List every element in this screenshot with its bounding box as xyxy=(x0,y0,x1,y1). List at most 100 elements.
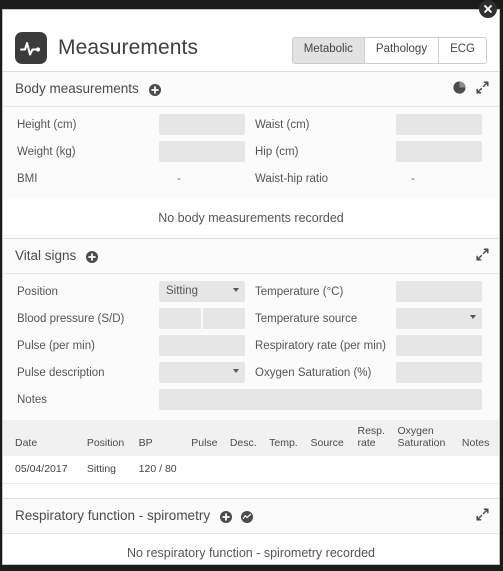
add-vital-sign-plus-circle-icon[interactable] xyxy=(86,251,99,264)
respiratory-function-panel: Respiratory function - spirometry No res… xyxy=(3,497,499,564)
vital-signs-table-header: Date Position BP Pulse Desc. Temp. Sourc… xyxy=(3,420,499,456)
column-desc: Desc. xyxy=(226,420,267,456)
respiratory-function-header: Respiratory function - spirometry xyxy=(3,498,499,533)
add-respiratory-function-plus-circle-icon[interactable] xyxy=(219,511,232,524)
column-bp: BP xyxy=(135,420,189,456)
vital-signs-title: Vital signs xyxy=(15,248,99,264)
vital-signs-form: Position Sitting Temperature (°C) Blood … xyxy=(3,274,499,420)
pulse-input[interactable] xyxy=(159,335,245,356)
respiratory-function-title-text: Respiratory function - spirometry xyxy=(15,507,211,523)
close-circle-icon[interactable] xyxy=(479,0,497,18)
bmi-value: - xyxy=(177,173,181,185)
pulse-description-label: Pulse description xyxy=(17,367,105,379)
column-oxygen-saturation-l1: Oxygen xyxy=(397,425,434,437)
cell-pulse xyxy=(188,455,227,484)
weight-input[interactable] xyxy=(159,141,245,162)
respiratory-function-body: No respiratory function - spirometry rec… xyxy=(3,532,499,564)
weight-label: Weight (kg) xyxy=(17,146,76,158)
screen: Measurements Metabolic Pathology ECG Bod… xyxy=(0,0,503,571)
height-input[interactable] xyxy=(159,114,245,135)
position-label: Position xyxy=(17,286,58,298)
vital-signs-title-text: Vital signs xyxy=(15,248,77,263)
respiratory-function-empty-message: No respiratory function - spirometry rec… xyxy=(3,533,499,564)
vital-signs-title-icons xyxy=(86,251,99,264)
column-date: Date xyxy=(3,420,84,456)
cell-source xyxy=(307,455,355,484)
column-resp-rate: Resp. rate xyxy=(354,420,395,456)
bmi-label: BMI xyxy=(17,173,38,185)
blood-pressure-label: Blood pressure (S/D) xyxy=(17,313,125,325)
chevron-down-icon xyxy=(233,288,239,292)
row-height-waist: Height (cm) Waist (cm) xyxy=(15,114,487,138)
column-oxygen-saturation-l2: Saturation xyxy=(397,437,446,450)
tab-pathology[interactable]: Pathology xyxy=(364,38,440,63)
table-bottom-spacer xyxy=(3,483,499,498)
temperature-source-label: Temperature source xyxy=(255,313,358,325)
chevron-down-icon xyxy=(233,369,239,373)
temperature-label: Temperature (°C) xyxy=(255,286,344,298)
blood-pressure-diastolic-input[interactable] xyxy=(203,308,245,329)
measurements-modal: Measurements Metabolic Pathology ECG Bod… xyxy=(2,9,500,565)
row-notes: Notes xyxy=(15,389,487,413)
column-notes: Notes xyxy=(458,420,499,456)
tab-ecg[interactable]: ECG xyxy=(439,38,486,63)
vital-signs-header: Vital signs xyxy=(3,239,499,273)
notes-label: Notes xyxy=(17,394,48,406)
body-measurements-title-text: Body measurements xyxy=(15,81,139,96)
pulse-label: Pulse (per min) xyxy=(17,340,95,352)
height-label: Height (cm) xyxy=(17,119,77,131)
column-source: Source xyxy=(307,420,355,456)
body-measurements-empty-message: No body measurements recorded xyxy=(3,199,499,238)
waist-label: Waist (cm) xyxy=(255,119,310,131)
respiratory-rate-input[interactable] xyxy=(396,335,482,356)
cell-temp xyxy=(266,455,308,484)
tab-metabolic[interactable]: Metabolic xyxy=(292,38,365,63)
cell-desc xyxy=(226,455,267,484)
row-pulse-desc-oxygen: Pulse description Oxygen Saturation (%) xyxy=(15,362,487,386)
oxygen-saturation-input[interactable] xyxy=(396,362,482,383)
column-oxygen-saturation: Oxygen Saturation xyxy=(394,420,459,456)
row-bp-temp-source: Blood pressure (S/D) Temperature source xyxy=(15,308,487,332)
body-measurements-header: Body measurements xyxy=(3,72,499,106)
respiratory-function-actions xyxy=(476,508,489,521)
notes-input[interactable] xyxy=(159,389,482,410)
vital-signs-table-body: 05/04/2017 Sitting 120 / 80 xyxy=(3,455,499,484)
chevron-down-icon xyxy=(470,315,476,319)
column-resp-rate-l1: Resp. xyxy=(357,425,385,437)
cell-notes xyxy=(458,455,499,484)
respiratory-function-title: Respiratory function - spirometry xyxy=(15,507,253,524)
vital-signs-actions xyxy=(476,248,489,261)
body-measurements-title-icons xyxy=(148,84,161,97)
temperature-source-select[interactable] xyxy=(396,308,482,329)
position-select-value: Sitting xyxy=(166,285,198,297)
body-measurements-form: Height (cm) Waist (cm) Weight (kg) Hip (… xyxy=(3,107,499,199)
expand-arrows-icon[interactable] xyxy=(476,508,489,521)
body-measurements-panel: Body measurements Height (cm) Waist (cm)… xyxy=(3,71,499,239)
vital-signs-panel: Vital signs Position Sitting Temperature… xyxy=(3,238,499,499)
body-measurements-body: Height (cm) Waist (cm) Weight (kg) Hip (… xyxy=(3,106,499,238)
body-measurements-title: Body measurements xyxy=(15,81,161,97)
column-temp: Temp. xyxy=(266,420,308,456)
temperature-input[interactable] xyxy=(396,281,482,302)
table-row[interactable]: 05/04/2017 Sitting 120 / 80 xyxy=(3,455,499,484)
cell-position: Sitting xyxy=(83,455,136,484)
graph-circle-icon[interactable] xyxy=(240,511,253,524)
row-position-temperature: Position Sitting Temperature (°C) xyxy=(15,281,487,305)
row-weight-hip: Weight (kg) Hip (cm) xyxy=(15,141,487,165)
respiratory-function-title-icons xyxy=(219,511,253,524)
column-resp-rate-l2: rate xyxy=(357,437,376,450)
column-position: Position xyxy=(83,420,136,456)
blood-pressure-systolic-input[interactable] xyxy=(159,308,201,329)
expand-arrows-icon[interactable] xyxy=(476,248,489,261)
hip-input[interactable] xyxy=(396,141,482,162)
expand-arrows-icon[interactable] xyxy=(476,81,489,94)
cell-date: 05/04/2017 xyxy=(3,455,84,484)
table-header-row: Date Position BP Pulse Desc. Temp. Sourc… xyxy=(3,420,499,456)
pie-chart-icon[interactable] xyxy=(453,81,466,94)
pulse-description-select[interactable] xyxy=(159,362,245,383)
add-body-measurement-plus-circle-icon[interactable] xyxy=(148,84,161,97)
waist-input[interactable] xyxy=(396,114,482,135)
vital-signs-table: Date Position BP Pulse Desc. Temp. Sourc… xyxy=(3,420,499,484)
cell-bp: 120 / 80 xyxy=(135,455,189,484)
position-select[interactable]: Sitting xyxy=(159,281,245,302)
